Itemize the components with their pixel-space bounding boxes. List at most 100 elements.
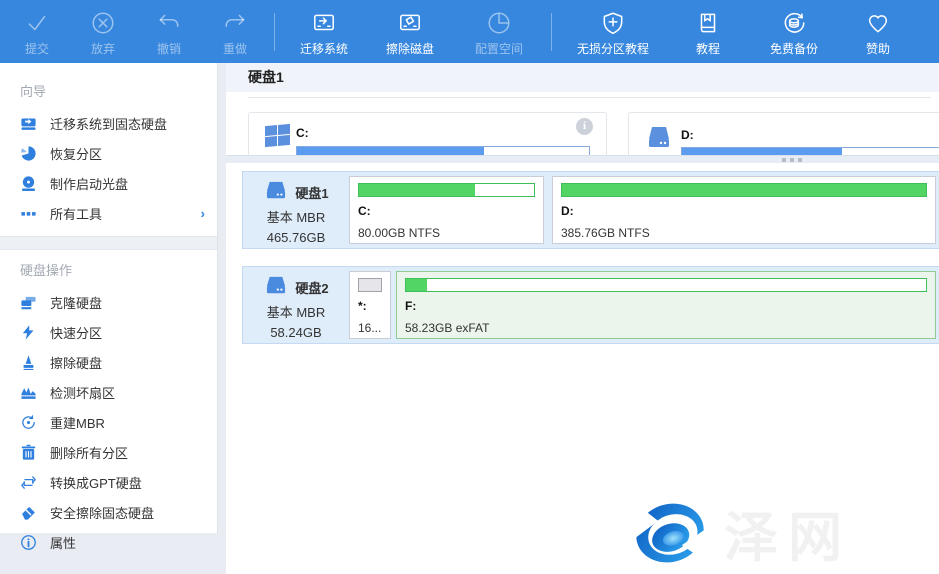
clone-disk-icon [20,294,37,311]
partition-label: D: [561,204,927,218]
sidebar-item-check-bad-sectors[interactable]: 检测坏扇区 [0,377,217,407]
sidebar-item-label: 所有工具 [50,204,102,223]
watermark: 泽网 [630,493,852,572]
sidebar-item-all-tools[interactable]: 所有工具 › [0,198,217,228]
partition-c[interactable]: C: 80.00GB NTFS [349,176,544,244]
allocate-space-icon [486,6,512,36]
disk2-info[interactable]: 硬盘2 基本 MBR 58.24GB [247,271,345,339]
sidebar-item-wipe-disk[interactable]: 擦除硬盘 [0,347,217,377]
toolbar-separator [274,13,275,51]
section-title-wizards: 向导 [0,75,217,108]
partition-info: 385.76GB NTFS [561,226,927,240]
sidebar-item-label: 安全擦除固态硬盘 [50,503,154,522]
overview-usage-bar [681,147,939,155]
tutorial-book-icon [695,6,721,36]
bad-sector-wave-icon [20,384,37,401]
sidebar-panel: 向导 迁移系统到固态硬盘 恢复分区 制作启动光盘 所有工具 › 硬盘操作 [0,63,218,533]
commit-button[interactable]: 提交 [4,0,70,63]
undo-button[interactable]: 撤销 [136,0,202,63]
sidebar-item-label: 快速分区 [50,323,102,342]
usage-bar [358,183,535,197]
bootable-disc-icon [20,175,37,192]
toolbar: 提交 放弃 撤销 重做 迁移系统 擦除磁盘 配置空间 无损分区 [0,0,939,63]
heart-icon [865,6,891,36]
sidebar-item-label: 恢复分区 [50,144,102,163]
migrate-ssd-icon [20,115,37,132]
watermark-text: 泽网 [724,493,852,572]
watermark-swirl-logo [630,495,710,571]
redo-button[interactable]: 重做 [202,0,268,63]
partition-d[interactable]: D: 385.76GB NTFS [552,176,936,244]
allocate-space-button[interactable]: 配置空间 [453,0,545,63]
convert-arrows-icon [20,474,37,491]
shield-plus-icon [600,6,626,36]
section-divider [0,236,217,250]
sidebar-item-label: 重建MBR [50,413,105,432]
lightning-icon [20,324,37,341]
sidebar-item-label: 克隆硬盘 [50,293,102,312]
tutorial-button[interactable]: 教程 [668,0,748,63]
overview-card-d[interactable]: D: [628,112,939,155]
discard-icon [90,6,116,36]
sidebar-item-convert-to-gpt[interactable]: 转换成GPT硬盘 [0,467,217,497]
redo-icon [222,6,248,36]
sidebar-item-recover-partition[interactable]: 恢复分区 [0,138,217,168]
sidebar-item-label: 删除所有分区 [50,443,128,462]
free-backup-icon [780,6,808,36]
main-area: C: i D: 硬盘1 硬盘1 基本 MBR 465 [226,63,939,574]
chevron-right-icon: › [201,206,205,221]
partition-tutorial-button[interactable]: 无损分区教程 [558,0,668,63]
partition-label: C: [358,204,535,218]
sidebar-item-clone-disk[interactable]: 克隆硬盘 [0,287,217,317]
partition-unallocated[interactable]: *: 16... [349,271,391,339]
sidebar-item-make-bootable-media[interactable]: 制作启动光盘 [0,168,217,198]
splitter-handle[interactable] [226,155,939,163]
sidebar-item-label: 检测坏扇区 [50,383,115,402]
disk1-info[interactable]: 硬盘1 基本 MBR 465.76GB [247,176,345,244]
partition-f-selected[interactable]: F: 58.23GB exFAT [396,271,936,339]
recover-partition-icon [20,145,37,162]
donate-button[interactable]: 赞助 [840,0,916,63]
partition-info: 80.00GB NTFS [358,226,535,240]
sidebar-item-rebuild-mbr[interactable]: 重建MBR [0,407,217,437]
info-circle-icon [20,534,37,551]
section-title-disk-operations: 硬盘操作 [0,254,217,287]
free-backup-button[interactable]: 免费备份 [748,0,840,63]
rebuild-mbr-icon [20,414,37,431]
migrate-system-icon [310,6,338,36]
drive-icon [645,125,673,155]
disk-type: 基本 MBR [247,302,345,321]
sidebar-item-label: 制作启动光盘 [50,174,128,193]
info-icon[interactable]: i [576,118,593,135]
disk-name: 硬盘2 [295,278,328,297]
partition-label: *: [358,299,382,313]
overview-drive-label: C: [296,126,309,140]
wipe-brush-icon [20,354,37,371]
usage-bar [561,183,927,197]
overview-card-c[interactable]: C: i [248,112,607,155]
sidebar-item-label: 迁移系统到固态硬盘 [50,114,167,133]
sidebar-item-quick-partition[interactable]: 快速分区 [0,317,217,347]
partition-info: 58.23GB exFAT [405,321,927,335]
disk-size: 58.24GB [247,325,345,340]
erase-disk-button[interactable]: 擦除磁盘 [367,0,453,63]
discard-button[interactable]: 放弃 [70,0,136,63]
undo-icon [156,6,182,36]
disk-row-2: 硬盘2 基本 MBR 58.24GB *: 16... F: 58.23GB e… [242,266,939,344]
usage-bar [405,278,927,292]
splitter-dots-icon [782,158,802,162]
sidebar-item-properties[interactable]: 属性 [0,527,217,557]
disk-tab[interactable]: 硬盘1 [226,63,939,92]
toolbar-separator [551,13,552,51]
sidebar-item-delete-all-partitions[interactable]: 删除所有分区 [0,437,217,467]
migrate-system-button[interactable]: 迁移系统 [281,0,367,63]
sidebar: 向导 迁移系统到固态硬盘 恢复分区 制作启动光盘 所有工具 › 硬盘操作 [0,63,226,574]
sidebar-item-label: 属性 [50,533,76,552]
sidebar-item-secure-erase-ssd[interactable]: 安全擦除固态硬盘 [0,497,217,527]
sidebar-item-migrate-os-to-ssd[interactable]: 迁移系统到固态硬盘 [0,108,217,138]
hard-disk-icon [263,181,289,203]
check-icon [24,6,50,36]
disk-type: 基本 MBR [247,207,345,226]
overview-drive-label: D: [681,128,694,142]
eraser-icon [20,504,37,521]
